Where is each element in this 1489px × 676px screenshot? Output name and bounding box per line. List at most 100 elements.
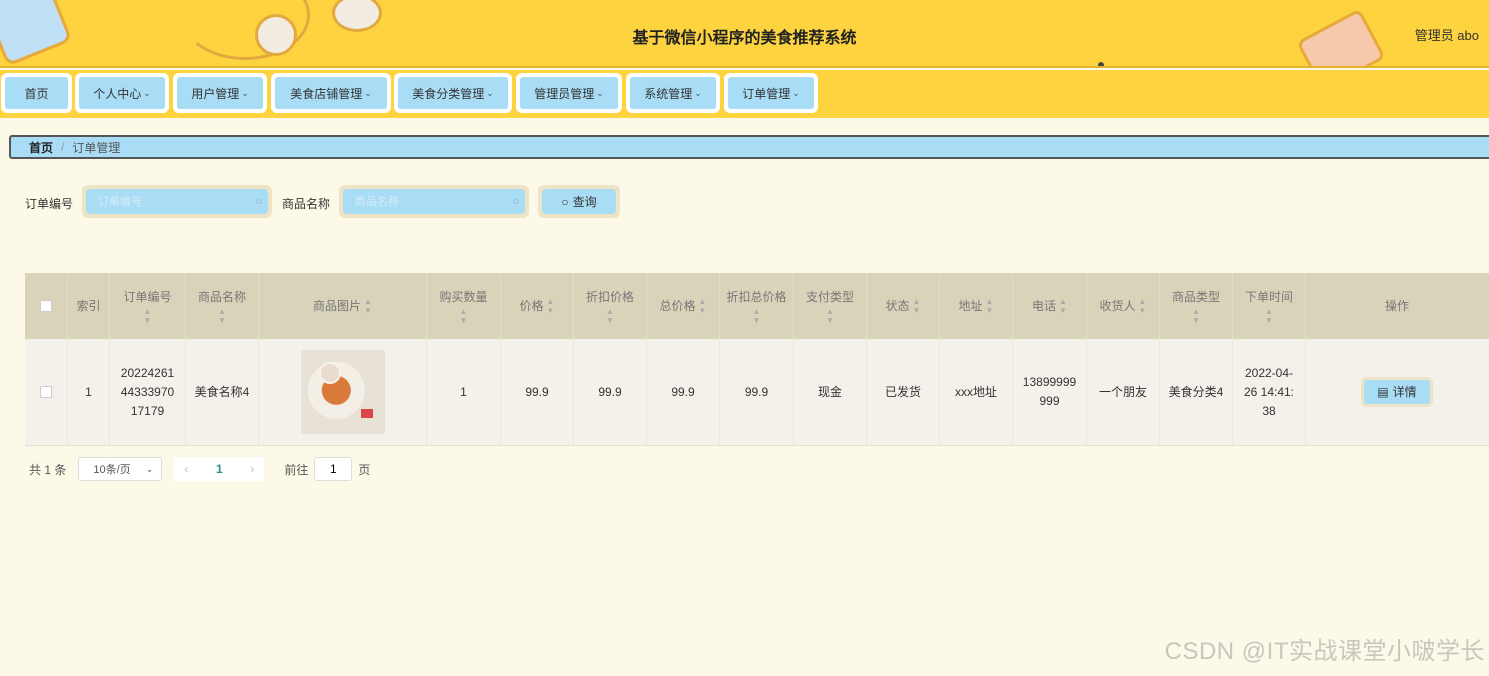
header-label: 订单编号	[123, 289, 172, 304]
row-checkbox[interactable]	[40, 386, 52, 398]
chevron-down-icon: ⌄	[364, 87, 372, 98]
main-nav: 首页 个人中心 ⌄ 用户管理 ⌄ 美食店铺管理 ⌄ 美食分类管理 ⌄ 管理员管理 ⌄ 系统…	[0, 70, 1489, 118]
nav-system-management[interactable]: 系统管理 ⌄	[626, 73, 720, 113]
nav-label: 个人中心	[93, 86, 142, 101]
cell-status: 已发货	[867, 339, 940, 445]
dot-decoration	[1098, 62, 1104, 66]
cell-receiver: 一个朋友	[1087, 339, 1160, 445]
sort-icon[interactable]: ▲ ▼	[460, 307, 468, 325]
nav-home[interactable]: 首页	[1, 73, 72, 113]
current-page[interactable]: 1	[198, 462, 240, 476]
cell-actions: ▤ 详情	[1306, 339, 1488, 445]
detail-button[interactable]: ▤ 详情	[1361, 377, 1433, 407]
select-all-checkbox[interactable]	[40, 300, 52, 312]
page-size-select[interactable]: 10条/页 ⌄	[78, 457, 163, 481]
cell-category: 美食分类4	[1160, 339, 1233, 445]
header-label: 总价格	[659, 298, 696, 313]
sort-icon[interactable]: ▲ ▼	[1192, 307, 1200, 325]
prev-page-icon[interactable]: ‹	[174, 462, 198, 476]
nav-label: 管理员管理	[534, 86, 595, 101]
cell-phone: 13899999 999	[1013, 339, 1087, 445]
header-discount-total[interactable]: 折扣总价格 ▲ ▼	[720, 273, 794, 339]
header-quantity[interactable]: 购买数量 ▲ ▼	[427, 273, 501, 339]
nav-personal-center[interactable]: 个人中心 ⌄	[75, 73, 169, 113]
cell-product-name: 美食名称4	[186, 339, 259, 445]
chevron-down-icon: ⌄	[792, 87, 800, 98]
header-phone[interactable]: 电话 ▲ ▼	[1013, 273, 1087, 339]
header-label: 购买数量	[439, 289, 488, 304]
sort-icon[interactable]: ▲ ▼	[699, 297, 707, 315]
header-label: 操作	[1384, 298, 1409, 313]
nav-label: 订单管理	[742, 86, 791, 101]
chevron-down-icon: ⌄	[143, 87, 151, 98]
header-total[interactable]: 总价格 ▲ ▼	[647, 273, 720, 339]
header-label: 折扣总价格	[726, 289, 787, 304]
sort-icon[interactable]: ▲ ▼	[218, 307, 226, 325]
cell-pay-type: 现金	[794, 339, 867, 445]
header-receiver[interactable]: 收货人 ▲ ▼	[1087, 273, 1160, 339]
goto-page: 前往 页	[284, 457, 370, 481]
watermark: CSDN @IT实战课堂小啵学长	[1164, 638, 1485, 665]
sort-icon[interactable]: ▲ ▼	[913, 297, 921, 315]
document-icon: ▤	[1377, 384, 1389, 399]
pagination: 共 1 条 10条/页 ⌄ ‹ 1 › 前往 页	[29, 457, 370, 481]
order-no-input[interactable]	[98, 195, 238, 208]
sort-icon[interactable]: ▲ ▼	[144, 307, 152, 325]
nav-label: 美食分类管理	[412, 86, 485, 101]
header-product-name[interactable]: 商品名称 ▲ ▼	[186, 273, 259, 339]
header-label: 收货人	[1099, 298, 1136, 313]
sort-icon[interactable]: ▲ ▼	[364, 297, 372, 315]
header-product-image[interactable]: 商品图片 ▲ ▼	[259, 273, 427, 339]
header-category[interactable]: 商品类型 ▲ ▼	[1160, 273, 1233, 339]
nav-admin-management[interactable]: 管理员管理 ⌄	[516, 73, 622, 113]
nav-label: 美食店铺管理	[290, 86, 363, 101]
sort-icon[interactable]: ▲ ▼	[986, 297, 994, 315]
query-label: 查询	[572, 195, 597, 209]
breadcrumb-current: 订单管理	[72, 140, 121, 155]
order-table: 索引 订单编号 ▲ ▼ 商品名称 ▲ ▼ 商品图片 ▲ ▼ 购买数量 ▲ ▼ 价格 ▲ ▼ 折扣价格…	[25, 273, 1489, 446]
nav-shop-management[interactable]: 美食店铺管理 ⌄	[271, 73, 391, 113]
header-label: 商品图片	[313, 298, 362, 313]
nav-user-management[interactable]: 用户管理 ⌄	[173, 73, 267, 113]
breadcrumb-home[interactable]: 首页	[29, 139, 53, 156]
sort-icon[interactable]: ▲ ▼	[606, 307, 614, 325]
sort-icon[interactable]: ▲ ▼	[547, 297, 555, 315]
header-order-no[interactable]: 订单编号 ▲ ▼	[110, 273, 186, 339]
page-size-value: 10条/页	[93, 464, 131, 476]
nav-order-management[interactable]: 订单管理 ⌄	[724, 73, 818, 113]
product-name-label: 商品名称	[282, 197, 331, 211]
detail-label: 详情	[1392, 384, 1417, 399]
next-page-icon[interactable]: ›	[240, 462, 264, 476]
header-status[interactable]: 状态 ▲ ▼	[867, 273, 940, 339]
table-header: 索引 订单编号 ▲ ▼ 商品名称 ▲ ▼ 商品图片 ▲ ▼ 购买数量 ▲ ▼ 价格 ▲ ▼ 折扣价格…	[25, 273, 1489, 339]
search-icon: ○	[512, 195, 519, 208]
food-image	[300, 350, 385, 434]
sort-icon[interactable]: ▲ ▼	[753, 307, 761, 325]
nav-category-management[interactable]: 美食分类管理 ⌄	[394, 73, 512, 113]
header-address[interactable]: 地址 ▲ ▼	[940, 273, 1013, 339]
current-user[interactable]: 管理员 abo	[1415, 25, 1479, 44]
chevron-down-icon: ⌄	[241, 87, 249, 98]
cell-discount-price: 99.9	[574, 339, 647, 445]
site-title: 基于微信小程序的美食推荐系统	[632, 30, 857, 47]
header-actions: 操作	[1306, 273, 1488, 339]
chevron-down-icon: ⌄	[145, 463, 154, 474]
total-count: 共 1 条	[29, 462, 67, 477]
sort-icon[interactable]: ▲ ▼	[826, 307, 834, 325]
goto-page-input[interactable]	[314, 457, 353, 481]
header-select-all	[25, 273, 68, 339]
header-index: 索引	[68, 273, 110, 339]
header-price[interactable]: 价格 ▲ ▼	[501, 273, 574, 339]
product-name-input[interactable]	[355, 195, 495, 208]
nav-label: 用户管理	[191, 86, 240, 101]
header-pay-type[interactable]: 支付类型 ▲ ▼	[794, 273, 867, 339]
sort-icon[interactable]: ▲ ▼	[1059, 297, 1067, 315]
header-discount-price[interactable]: 折扣价格 ▲ ▼	[574, 273, 647, 339]
page-suffix: 页	[358, 462, 371, 477]
search-icon: ○	[255, 195, 262, 208]
sort-icon[interactable]: ▲ ▼	[1139, 297, 1147, 315]
header-time[interactable]: 下单时间 ▲ ▼	[1233, 273, 1306, 339]
cell-total: 99.9	[647, 339, 720, 445]
query-button[interactable]: ○ 查询	[538, 185, 620, 218]
sort-icon[interactable]: ▲ ▼	[1265, 307, 1273, 325]
